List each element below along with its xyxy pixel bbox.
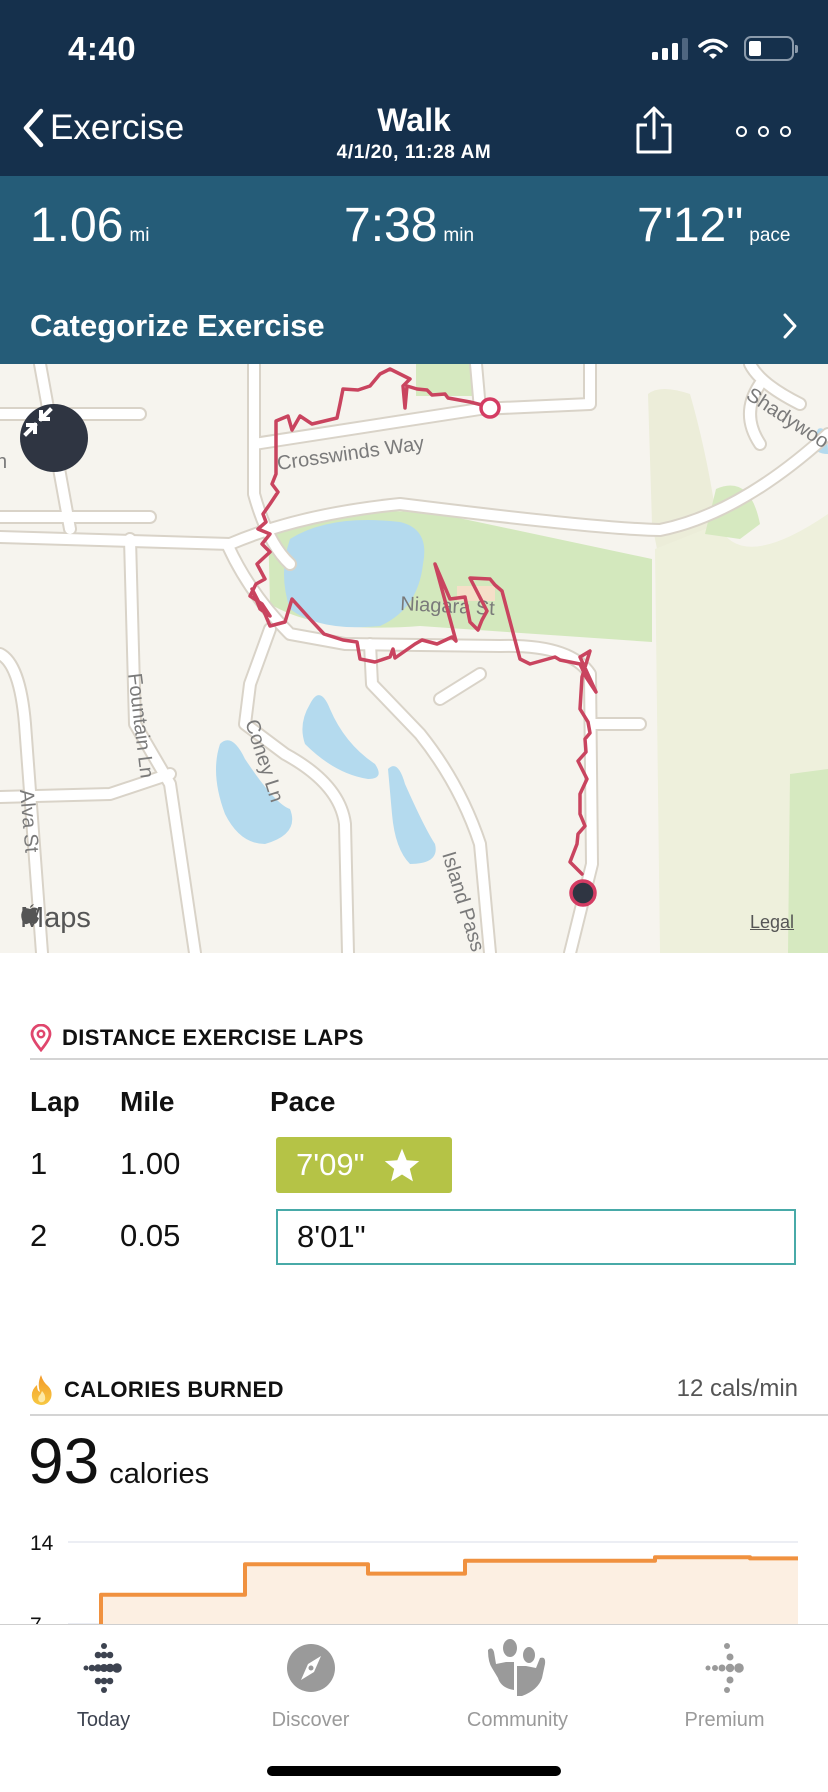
exercise-summary: 1.06 mi 7:38 min 7'12" pace Categorize E… [0, 176, 828, 364]
flame-icon [31, 1375, 52, 1405]
lap-pace-box: 8'01" [276, 1209, 796, 1265]
star-icon [384, 1148, 419, 1182]
distance-value: 1.06 [30, 199, 124, 252]
tab-today[interactable]: Today [0, 1637, 207, 1732]
calories-area [101, 1557, 798, 1624]
tab-label: Premium [684, 1709, 765, 1731]
compass-icon [286, 1644, 335, 1692]
categorize-label: Categorize Exercise [30, 308, 325, 343]
y-tick-label: 7 [30, 1614, 42, 1624]
categorize-exercise-button[interactable]: Categorize Exercise [0, 288, 828, 364]
location-pin-icon [30, 1024, 52, 1052]
lap-mile: 1.00 [120, 1146, 181, 1181]
route-start-marker [479, 397, 501, 419]
tab-label: Discover [271, 1709, 350, 1731]
calories-total-value: 93 [28, 1425, 100, 1497]
lap-mile: 0.05 [120, 1218, 181, 1253]
duration-stat: 7:38 min [344, 198, 474, 253]
home-indicator[interactable] [267, 1766, 561, 1776]
distance-stat: 1.06 mi [30, 198, 149, 253]
best-pace-badge: 7'09" [276, 1137, 452, 1193]
route-end-marker [569, 879, 597, 907]
tab-label: Community [466, 1709, 569, 1731]
column-header-pace: Pace [270, 1086, 336, 1117]
laps-section-header: DISTANCE EXERCISE LAPS [30, 1024, 828, 1052]
street-label: Alva St [15, 789, 42, 854]
premium-dots-icon [705, 1643, 744, 1693]
exercise-detail-screen: 4:40 Exercise Walk 4/1/20, 11:28 AM 1.06… [0, 0, 828, 1792]
chevron-right-icon [783, 313, 797, 339]
tab-premium[interactable]: Premium [621, 1637, 828, 1732]
apple-logo-icon [21, 904, 39, 925]
page-subtitle: 4/1/20, 11:28 AM [336, 142, 492, 163]
more-dots-icon [736, 126, 747, 137]
street-label: n [0, 451, 7, 473]
tab-discover[interactable]: Discover [207, 1637, 414, 1732]
calories-total: 93 calories [28, 1424, 209, 1498]
community-people-icon [487, 1639, 545, 1696]
calories-title: CALORIES BURNED [64, 1377, 284, 1402]
map-canvas: Crosswinds Way Niagara St Fountain Ln Co… [0, 364, 828, 953]
lap-pace: 7'09" [296, 1147, 365, 1182]
share-icon [636, 106, 672, 154]
signal-icon [652, 37, 688, 60]
pace-stat: 7'12" pace [637, 198, 791, 253]
status-icons [652, 36, 798, 61]
y-tick-label: 14 [30, 1532, 54, 1555]
calories-chart: 14 7 [0, 1520, 828, 1624]
route-map[interactable]: Crosswinds Way Niagara St Fountain Ln Co… [0, 364, 828, 953]
battery-icon [744, 36, 798, 61]
pace-unit: pace [749, 225, 791, 246]
wifi-icon [698, 38, 728, 59]
more-options-button[interactable] [736, 126, 791, 137]
fitbit-dots-icon [83, 1643, 122, 1693]
top-bar: 4:40 Exercise Walk 4/1/20, 11:28 AM [0, 0, 828, 176]
calories-rate: 12 cals/min [676, 1375, 798, 1402]
lap-number: 1 [30, 1146, 48, 1181]
divider [30, 1414, 828, 1416]
divider [30, 1058, 828, 1060]
pace-value: 7'12" [637, 199, 744, 252]
calories-chart-svg: 14 7 [30, 1532, 798, 1624]
calories-total-unit: calories [109, 1458, 210, 1490]
page-title: Walk [377, 102, 451, 138]
lap-pace: 8'01" [297, 1219, 366, 1254]
legal-link[interactable]: Legal [750, 912, 794, 933]
share-button[interactable] [634, 106, 674, 159]
duration-unit: min [443, 225, 475, 246]
tab-label: Today [76, 1709, 131, 1731]
lap-number: 2 [30, 1218, 48, 1253]
status-time: 4:40 [68, 30, 137, 67]
collapse-map-button[interactable] [20, 404, 88, 472]
distance-unit: mi [129, 225, 150, 246]
laps-title: DISTANCE EXERCISE LAPS [62, 1025, 364, 1050]
column-header-mile: Mile [120, 1086, 175, 1117]
apple-maps-attribution: Maps [20, 902, 91, 935]
collapse-arrows-icon [23, 407, 53, 437]
tab-community[interactable]: Community [414, 1637, 621, 1732]
duration-value: 7:38 [344, 199, 438, 252]
column-header-lap: Lap [30, 1086, 80, 1117]
